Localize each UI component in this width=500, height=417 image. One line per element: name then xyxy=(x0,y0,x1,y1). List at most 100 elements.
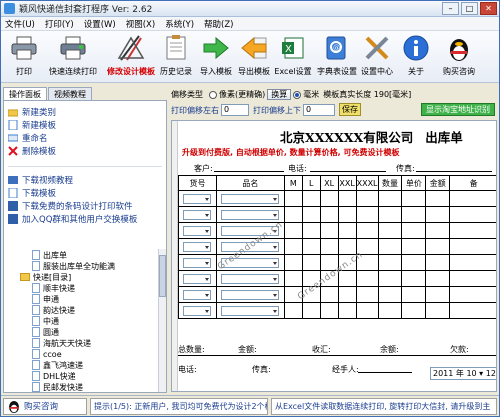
table-cell[interactable] xyxy=(377,286,403,303)
product-dropdown[interactable] xyxy=(221,273,280,284)
rename-link[interactable]: 重命名 xyxy=(4,131,166,144)
sku-dropdown[interactable] xyxy=(183,225,212,236)
taobao-address-button[interactable]: 显示淘宝地址识别 xyxy=(421,103,495,116)
table-cell[interactable] xyxy=(377,254,403,271)
table-cell[interactable] xyxy=(319,206,339,223)
table-cell[interactable] xyxy=(283,190,303,207)
sku-dropdown[interactable] xyxy=(183,241,212,252)
table-cell[interactable] xyxy=(449,270,496,287)
table-cell[interactable] xyxy=(178,254,217,271)
table-cell[interactable] xyxy=(449,222,496,239)
scroll-thumb[interactable] xyxy=(159,255,166,297)
delete-template-link[interactable]: 删除模板 xyxy=(4,144,166,157)
offset-lr-input[interactable]: 0 xyxy=(221,104,249,116)
table-cell[interactable] xyxy=(319,190,339,207)
table-cell[interactable] xyxy=(178,190,217,207)
menu-help[interactable]: 帮助(Z) xyxy=(204,18,233,30)
new-template-link[interactable]: 新建模板 xyxy=(4,118,166,131)
menu-settings[interactable]: 设置(W) xyxy=(84,18,116,30)
menu-print[interactable]: 打印(Y) xyxy=(45,18,74,30)
table-cell[interactable] xyxy=(401,270,427,287)
table-cell[interactable] xyxy=(283,238,303,255)
table-cell[interactable] xyxy=(449,286,496,303)
table-cell[interactable] xyxy=(337,206,357,223)
buy-consult-button[interactable]: 购买咨询 xyxy=(437,33,481,81)
product-dropdown[interactable] xyxy=(221,209,280,220)
menu-file[interactable]: 文件(U) xyxy=(5,18,35,30)
table-cell[interactable] xyxy=(178,286,217,303)
mm-radio[interactable] xyxy=(293,90,302,99)
edit-template-button[interactable]: 修改设计模板 xyxy=(105,33,157,81)
product-dropdown[interactable] xyxy=(221,193,280,204)
buy-consult-link[interactable]: 购买咨询 xyxy=(3,397,87,415)
table-cell[interactable] xyxy=(401,254,427,271)
table-cell[interactable] xyxy=(425,270,451,287)
table-cell[interactable] xyxy=(401,206,427,223)
table-cell[interactable] xyxy=(377,302,403,319)
table-cell[interactable] xyxy=(355,302,379,319)
table-cell[interactable] xyxy=(301,238,321,255)
maximize-button[interactable]: □ xyxy=(461,2,478,15)
menu-system[interactable]: 系统(Y) xyxy=(165,18,194,30)
tree-item[interactable]: 民邮发快递 xyxy=(32,381,83,392)
table-cell[interactable] xyxy=(215,270,285,287)
tree-scrollbar[interactable] xyxy=(158,249,166,392)
table-cell[interactable] xyxy=(178,238,217,255)
new-category-link[interactable]: 新建类别 xyxy=(4,105,166,118)
table-cell[interactable] xyxy=(301,190,321,207)
table-cell[interactable] xyxy=(449,238,496,255)
table-cell[interactable] xyxy=(319,286,339,303)
date-picker[interactable]: 2011 年 10 ▾ 12 xyxy=(430,367,496,380)
print-button[interactable]: 打印 xyxy=(9,33,39,81)
excel-settings-button[interactable]: X Excel设置 xyxy=(274,33,312,81)
table-cell[interactable] xyxy=(401,302,427,319)
table-cell[interactable] xyxy=(337,190,357,207)
table-cell[interactable] xyxy=(401,222,427,239)
table-cell[interactable] xyxy=(301,222,321,239)
table-cell[interactable] xyxy=(301,302,321,319)
table-cell[interactable] xyxy=(355,222,379,239)
close-button[interactable]: ✕ xyxy=(480,2,497,15)
table-cell[interactable] xyxy=(449,254,496,271)
table-cell[interactable] xyxy=(449,302,496,319)
table-cell[interactable] xyxy=(425,238,451,255)
sku-dropdown[interactable] xyxy=(183,193,212,204)
table-cell[interactable] xyxy=(283,270,303,287)
table-cell[interactable] xyxy=(337,222,357,239)
table-cell[interactable] xyxy=(401,238,427,255)
save-button[interactable]: 保存 xyxy=(339,103,361,116)
table-cell[interactable] xyxy=(425,222,451,239)
table-cell[interactable] xyxy=(337,238,357,255)
table-cell[interactable] xyxy=(449,190,496,207)
import-template-button[interactable]: 导入模板 xyxy=(199,33,233,81)
table-cell[interactable] xyxy=(425,286,451,303)
table-cell[interactable] xyxy=(215,190,285,207)
doc-title[interactable]: 北京XXXXXX有限公司 出库单 xyxy=(280,127,463,146)
table-cell[interactable] xyxy=(319,302,339,319)
sku-dropdown[interactable] xyxy=(183,209,212,220)
table-cell[interactable] xyxy=(449,206,496,223)
download-template-link[interactable]: 下载模板 xyxy=(4,186,166,199)
table-cell[interactable] xyxy=(377,206,403,223)
table-cell[interactable] xyxy=(355,270,379,287)
table-cell[interactable] xyxy=(283,302,303,319)
product-dropdown[interactable] xyxy=(221,289,280,300)
table-cell[interactable] xyxy=(215,302,285,319)
table-cell[interactable] xyxy=(377,222,403,239)
offset-ud-input[interactable]: 0 xyxy=(303,104,335,116)
history-button[interactable]: 历史记录 xyxy=(159,33,193,81)
table-cell[interactable] xyxy=(178,206,217,223)
batch-print-button[interactable]: 快速连续打印 xyxy=(45,33,101,81)
table-cell[interactable] xyxy=(377,238,403,255)
table-cell[interactable] xyxy=(215,286,285,303)
sku-dropdown[interactable] xyxy=(183,273,212,284)
table-cell[interactable] xyxy=(301,254,321,271)
template-canvas[interactable]: 北京XXXXXX有限公司 出库单 升级到付费版, 自动根据单价, 数量计算价格, … xyxy=(171,120,497,392)
table-cell[interactable] xyxy=(355,206,379,223)
product-dropdown[interactable] xyxy=(221,305,280,316)
sku-dropdown[interactable] xyxy=(183,257,212,268)
table-cell[interactable] xyxy=(355,190,379,207)
about-button[interactable]: 关于 xyxy=(401,33,431,81)
table-cell[interactable] xyxy=(301,206,321,223)
table-cell[interactable] xyxy=(355,286,379,303)
